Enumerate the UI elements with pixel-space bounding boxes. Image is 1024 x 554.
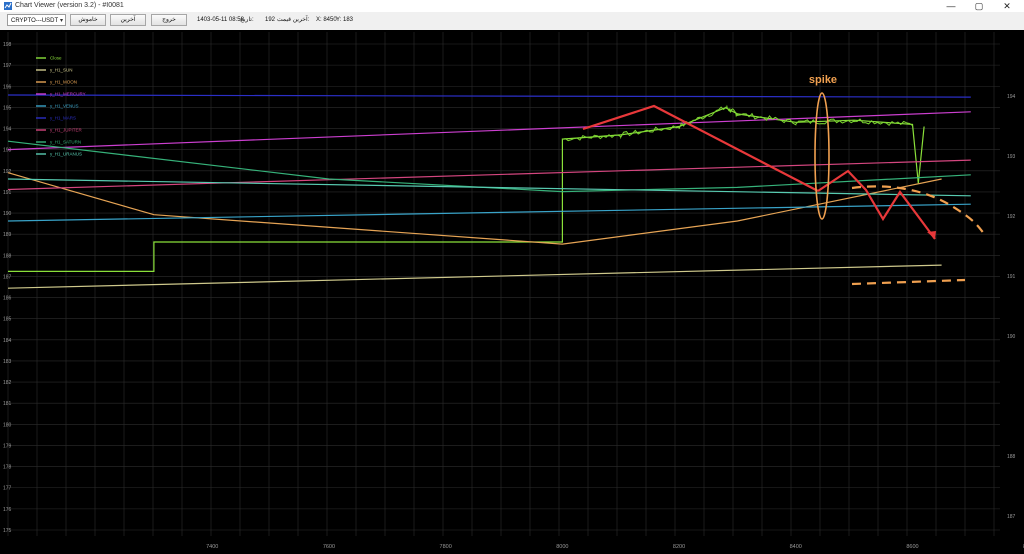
y-tick-label: 183: [3, 359, 12, 365]
y-tick-label: 188: [3, 253, 12, 259]
y-right-tick-label: 187: [1007, 514, 1016, 520]
window-titlebar: Chart Viewer (version 3.2) - #I0081 — ▢ …: [0, 0, 1024, 12]
y-tick-label: 185: [3, 317, 12, 323]
y-right-tick-label: 188: [1007, 454, 1016, 460]
y-tick-label: 193: [3, 148, 12, 154]
legend-label: y_H1_VENUS: [50, 104, 79, 109]
close-button[interactable]: ✕: [994, 0, 1020, 12]
y-tick-label: 179: [3, 443, 12, 449]
y-tick-label: 194: [3, 127, 12, 133]
legend-label: y_H1_SATURN: [50, 140, 81, 145]
y-tick-label: 198: [3, 42, 12, 48]
x-tick-label: 8400: [790, 544, 802, 550]
y-tick-label: 186: [3, 296, 12, 302]
off-button[interactable]: خاموش: [70, 14, 106, 26]
x-tick-label: 7800: [440, 544, 452, 550]
x-tick-label: 8000: [556, 544, 568, 550]
toolbar: CRYPTO---USDT ▾ خاموش آخرین خروج 1403-05…: [0, 12, 1024, 31]
legend-label: y_H1_MARS: [50, 116, 76, 121]
maximize-button[interactable]: ▢: [966, 0, 992, 12]
legend-label: y_H1_MOON: [50, 80, 77, 85]
y-right-tick-label: 194: [1007, 94, 1016, 100]
y-tick-label: 178: [3, 465, 12, 471]
legend-label: y_H1_SUN: [50, 68, 73, 73]
y-tick-label: 176: [3, 507, 12, 513]
y-tick-label: 182: [3, 380, 12, 386]
y-right-tick-label: 192: [1007, 214, 1016, 220]
window-title: Chart Viewer (version 3.2) - #I0081: [15, 2, 124, 9]
spike-label: spike: [809, 74, 837, 86]
symbol-value: CRYPTO---USDT: [11, 18, 59, 24]
chart-app-icon: [4, 2, 12, 10]
y-right-tick-label: 191: [1007, 274, 1016, 280]
date-label: تاریخ:: [240, 17, 254, 23]
datetime-value: 1403-05-11 08:58: [197, 17, 244, 23]
y-tick-label: 191: [3, 190, 12, 196]
chart-area[interactable]: 198 197 196 195 194 193 192 191 190 189 188 187 186 1…: [0, 30, 1024, 554]
x-tick-label: 7400: [206, 544, 218, 550]
y-tick-label: 175: [3, 528, 12, 534]
y-tick-label: 195: [3, 105, 12, 111]
y-tick-label: 180: [3, 422, 12, 428]
legend-label: Close: [50, 56, 62, 61]
x-readout: X: 8450: [316, 17, 337, 23]
legend-label: y_H1_URANUS: [50, 152, 82, 157]
y-tick-label: 184: [3, 338, 12, 344]
y-tick-label: 197: [3, 63, 12, 69]
chart-background: [0, 30, 1024, 554]
price-chart[interactable]: 198 197 196 195 194 193 192 191 190 189 188 187 186 1…: [0, 30, 1024, 554]
y-right-tick-label: 193: [1007, 154, 1016, 160]
chevron-down-icon: ▾: [59, 18, 63, 24]
symbol-dropdown[interactable]: CRYPTO---USDT ▾: [7, 14, 66, 26]
y-right-tick-label: 190: [1007, 334, 1016, 340]
x-tick-label: 7600: [323, 544, 335, 550]
y-tick-label: 196: [3, 84, 12, 90]
legend-label: y_H1_MERCURY: [50, 92, 86, 97]
y-tick-label: 190: [3, 211, 12, 217]
last-button[interactable]: آخرین: [110, 14, 146, 26]
y-tick-label: 181: [3, 401, 12, 407]
exit-button[interactable]: خروج: [151, 14, 187, 26]
y-readout: Y: 183: [336, 17, 354, 23]
minimize-button[interactable]: —: [938, 0, 964, 12]
y-tick-label: 187: [3, 274, 12, 280]
y-tick-label: 189: [3, 232, 12, 238]
x-tick-label: 8600: [906, 544, 918, 550]
last-price-value: 192: [265, 17, 276, 23]
x-tick-label: 8200: [673, 544, 685, 550]
legend-label: y_H1_JUPITER: [50, 128, 83, 133]
y-tick-label: 177: [3, 486, 12, 492]
last-price-label: آخرین قیمت:: [277, 17, 310, 23]
